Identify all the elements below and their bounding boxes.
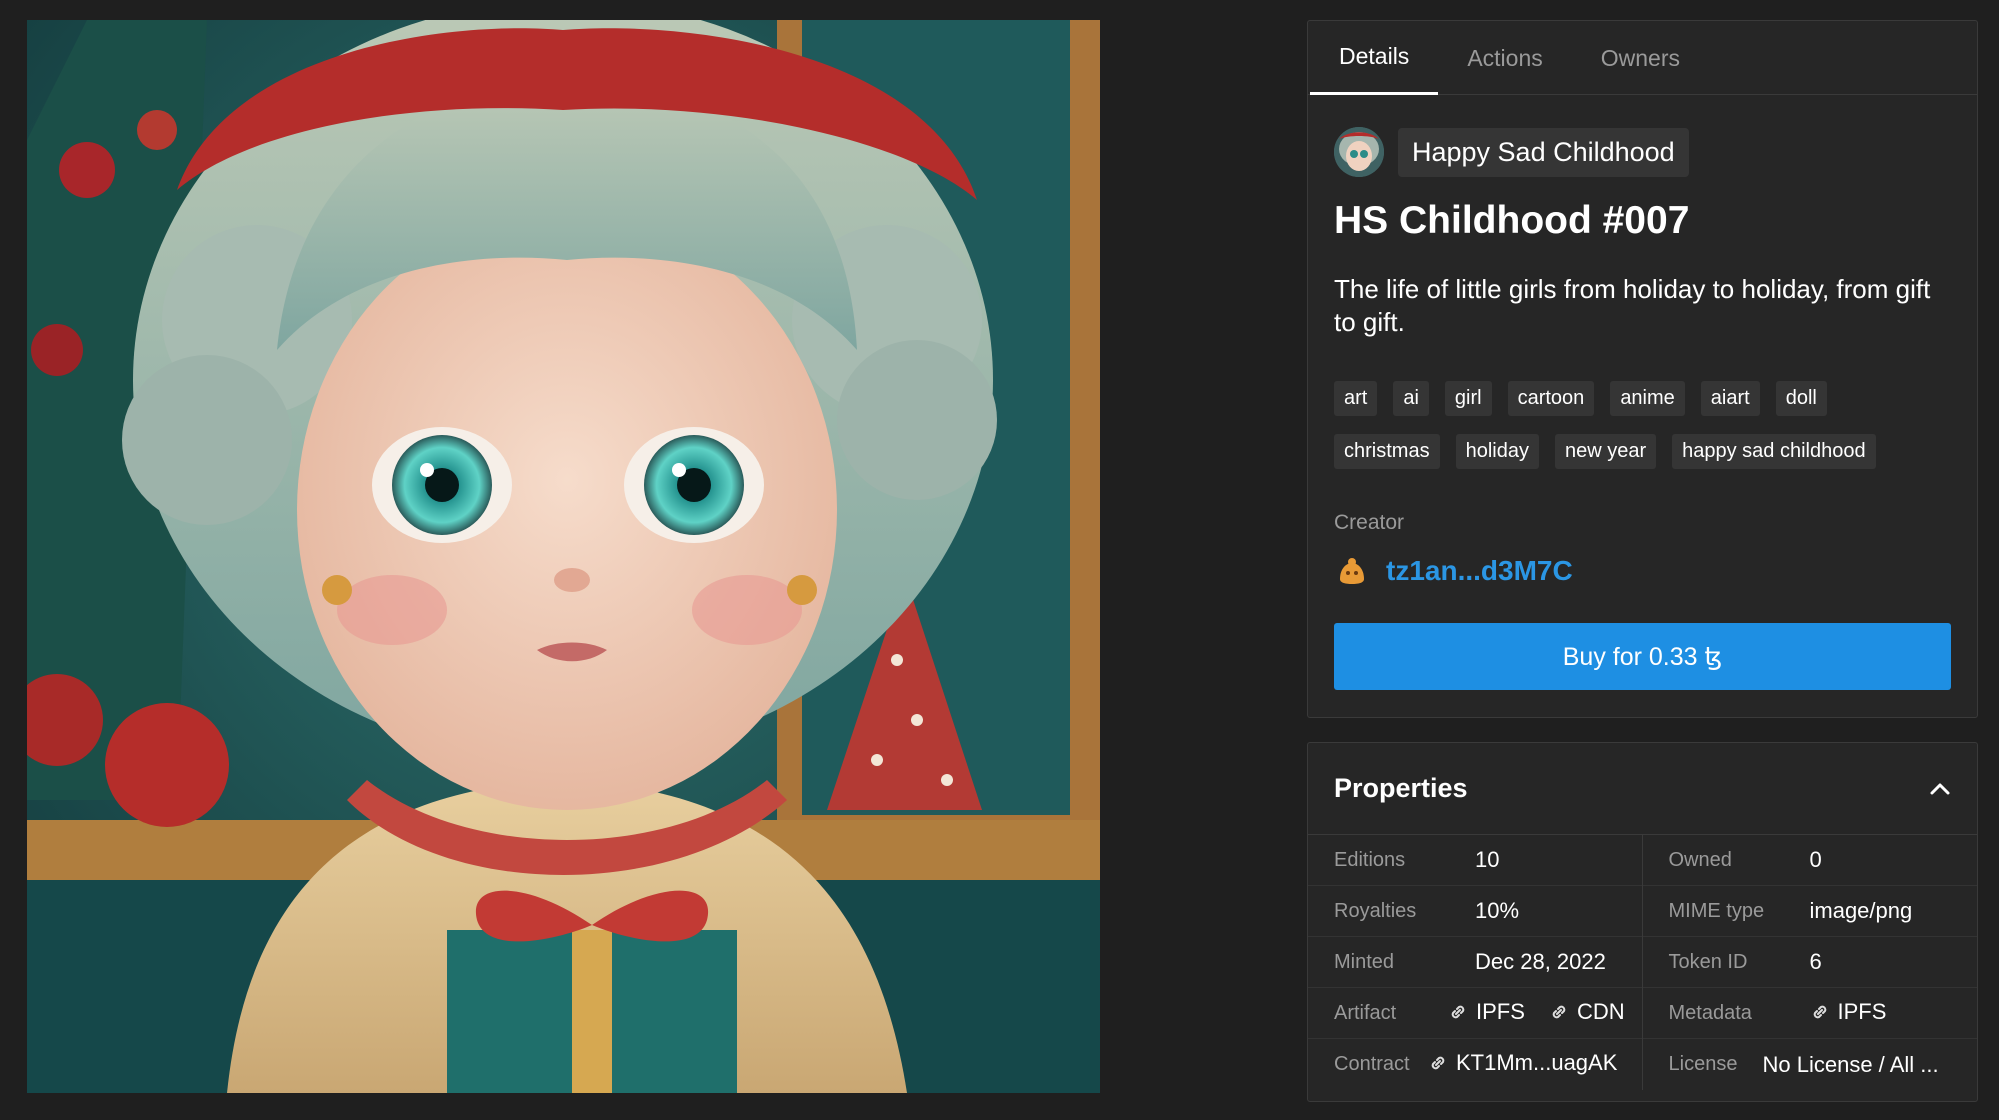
- prop-label: Metadata: [1668, 1001, 1752, 1024]
- prop-row-editions: Editions 10: [1308, 835, 1642, 886]
- prop-value: Dec 28, 2022: [1475, 949, 1606, 974]
- artwork-image[interactable]: [27, 20, 1100, 1093]
- prop-label: Artifact: [1334, 1001, 1397, 1024]
- prop-label: Minted: [1334, 950, 1395, 973]
- properties-col-right: Owned 0 MIME type image/png Token ID 6 M…: [1642, 835, 1978, 1090]
- prop-row-token-id: Token ID 6: [1642, 937, 1977, 988]
- prop-row-contract: Contract KT1Mm...uagAK: [1308, 1039, 1642, 1090]
- prop-label: Editions: [1334, 848, 1406, 871]
- contract-link[interactable]: KT1Mm...uagAK: [1428, 1050, 1617, 1076]
- tag-item[interactable]: happy sad childhood: [1672, 434, 1876, 469]
- prop-label: Owned: [1668, 848, 1732, 871]
- creator-address-link[interactable]: tz1an...d3M7C: [1386, 555, 1573, 587]
- tab-bar: Details Actions Owners: [1308, 21, 1977, 95]
- properties-title: Properties: [1334, 773, 1468, 803]
- prop-label: MIME type: [1668, 899, 1765, 922]
- link-icon: [1431, 1056, 1445, 1070]
- artifact-ipfs-label: IPFS: [1476, 998, 1525, 1024]
- creator-avatar-icon: [1340, 558, 1364, 584]
- creator-row: tz1an...d3M7C: [1334, 553, 1573, 589]
- prop-label: License: [1668, 1053, 1738, 1075]
- properties-grid: Editions 10 Royalties 10% Minted Dec 28,…: [1308, 835, 1977, 1090]
- prop-value: 10%: [1475, 898, 1520, 923]
- tag-item[interactable]: doll: [1775, 381, 1827, 416]
- collection-avatar[interactable]: [1334, 127, 1384, 177]
- tag-item[interactable]: art: [1334, 381, 1378, 416]
- tag-list: art ai girl cartoon anime aiart doll chr…: [1334, 381, 1964, 487]
- prop-value: 6: [1809, 949, 1822, 974]
- prop-row-mime: MIME type image/png: [1642, 886, 1977, 937]
- collection-row: Happy Sad Childhood: [1334, 127, 1689, 177]
- prop-row-metadata: Metadata IPFS: [1642, 988, 1977, 1039]
- creator-label: Creator: [1334, 511, 1405, 534]
- prop-value: 10: [1475, 847, 1500, 872]
- contract-address: KT1Mm...uagAK: [1456, 1050, 1618, 1075]
- details-panel: Details Actions Owners Happy Sad Childho…: [1307, 20, 1978, 718]
- prop-row-owned: Owned 0: [1642, 835, 1977, 886]
- metadata-ipfs-link[interactable]: IPFS: [1810, 998, 1887, 1025]
- artifact-cdn-link[interactable]: CDN: [1549, 999, 1625, 1025]
- metadata-ipfs-label: IPFS: [1837, 998, 1887, 1024]
- chevron-up-icon[interactable]: [1927, 776, 1953, 802]
- buy-button[interactable]: Buy for 0.33 ꜩ: [1334, 623, 1951, 690]
- tag-item[interactable]: holiday: [1455, 434, 1539, 469]
- tag-item[interactable]: christmas: [1334, 434, 1440, 469]
- token-title: HS Childhood #007: [1334, 199, 1690, 242]
- link-icon: [1552, 1005, 1566, 1018]
- tab-actions[interactable]: Actions: [1438, 21, 1571, 95]
- collection-name[interactable]: Happy Sad Childhood: [1398, 127, 1689, 177]
- prop-row-royalties: Royalties 10%: [1308, 886, 1642, 937]
- artifact-links: IPFS CDN: [1448, 999, 1625, 1028]
- properties-col-left: Editions 10 Royalties 10% Minted Dec 28,…: [1308, 835, 1643, 1090]
- artwork-illustration: [27, 20, 1100, 1093]
- tab-details[interactable]: Details: [1310, 21, 1439, 95]
- tag-item[interactable]: ai: [1393, 381, 1429, 416]
- properties-header[interactable]: Properties: [1308, 743, 1977, 835]
- prop-label: Token ID: [1668, 950, 1748, 973]
- prop-label: Royalties: [1334, 899, 1417, 922]
- tag-item[interactable]: new year: [1554, 434, 1657, 469]
- prop-value: 0: [1809, 847, 1822, 872]
- prop-row-minted: Minted Dec 28, 2022: [1308, 937, 1642, 988]
- tag-item[interactable]: girl: [1444, 381, 1492, 416]
- tag-item[interactable]: aiart: [1700, 381, 1760, 416]
- prop-value: image/png: [1809, 898, 1913, 923]
- artifact-cdn-label: CDN: [1577, 998, 1625, 1024]
- prop-label: Contract: [1334, 1053, 1410, 1075]
- artifact-ipfs-link[interactable]: IPFS: [1448, 999, 1525, 1025]
- link-icon: [1451, 1005, 1465, 1018]
- prop-value: No License / All ...: [1762, 1051, 1939, 1077]
- contract-link-wrap: KT1Mm...uagAK: [1428, 1050, 1617, 1079]
- prop-row-license: License No License / All ...: [1643, 1039, 1978, 1090]
- tag-item[interactable]: cartoon: [1507, 381, 1595, 416]
- properties-panel: Properties Editions 10 Royalties 10% Min…: [1307, 742, 1978, 1102]
- prop-row-artifact: Artifact IPFS CDN: [1308, 988, 1642, 1039]
- link-icon: [1813, 1005, 1826, 1018]
- tab-owners[interactable]: Owners: [1572, 21, 1709, 95]
- token-description: The life of little girls from holiday to…: [1334, 274, 1931, 337]
- metadata-link-wrap: IPFS: [1810, 998, 1887, 1028]
- tag-item[interactable]: anime: [1610, 381, 1685, 416]
